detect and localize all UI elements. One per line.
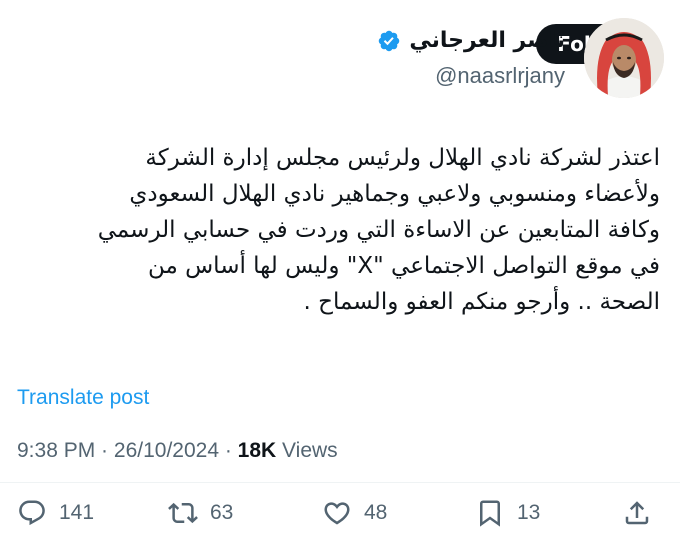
tweet-header: Follow ناصر العرجاني @naasrlrjany [0, 0, 680, 115]
divider [0, 482, 680, 483]
author-handle[interactable]: @naasrlrjany [435, 63, 565, 89]
bookmark-count: 13 [517, 501, 541, 524]
repost-button[interactable]: 63 [168, 490, 233, 536]
avatar[interactable] [584, 18, 664, 98]
reply-button[interactable]: 141 [17, 490, 94, 536]
tweet-meta: 9:38 PM · 26/10/2024 · 18K Views [17, 439, 338, 463]
tweet-time[interactable]: 9:38 PM [17, 439, 95, 462]
bookmark-icon [480, 500, 500, 527]
bookmark-button[interactable]: 13 [475, 490, 540, 536]
avatar-image [584, 18, 664, 98]
views-label: Views [276, 439, 338, 462]
share-button[interactable] [622, 490, 652, 536]
share-icon [625, 501, 649, 525]
repost-icon [168, 502, 198, 524]
translate-post-link[interactable]: Translate post [17, 386, 149, 410]
reply-icon [19, 500, 45, 526]
reply-count: 141 [59, 501, 95, 524]
author-display-name[interactable]: ناصر العرجاني [377, 28, 565, 53]
author-name-text: ناصر العرجاني [409, 28, 565, 53]
verified-badge-icon [379, 30, 400, 51]
tweet-date[interactable]: 26/10/2024 [114, 439, 219, 462]
meta-separator: · [219, 439, 238, 462]
meta-separator: · [95, 439, 114, 462]
like-button[interactable]: 48 [322, 490, 387, 536]
views-count: 18K [237, 439, 277, 462]
like-icon [324, 502, 350, 525]
repost-count: 63 [210, 501, 234, 524]
like-count: 48 [364, 501, 388, 524]
tweet-text: اعتذر لشركة نادي الهلال ولرئيس مجلس إدار… [97, 145, 660, 315]
tweet-actions: 141 63 48 13 [0, 490, 680, 536]
